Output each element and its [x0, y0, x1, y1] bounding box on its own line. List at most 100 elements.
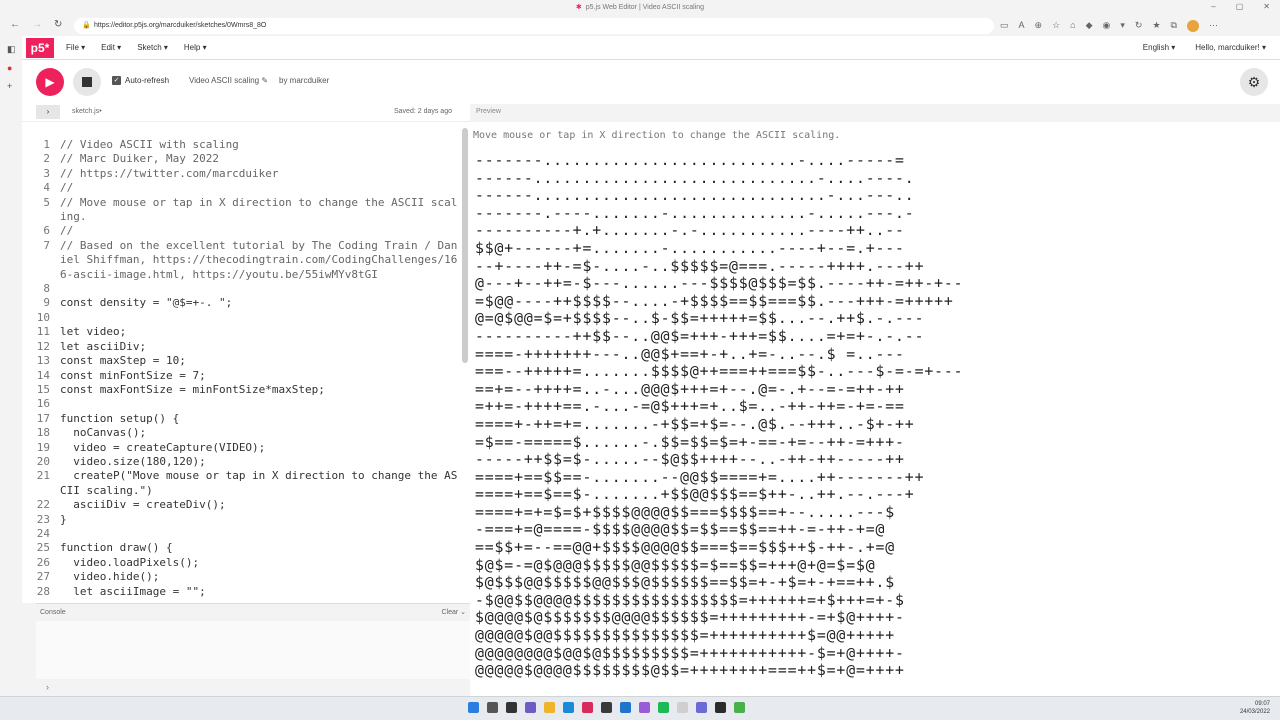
collections-icon[interactable]: ⧉: [1171, 20, 1177, 32]
line-number: 12: [36, 339, 50, 353]
line-text: }: [60, 512, 67, 526]
p5-logo[interactable]: p5*: [26, 38, 54, 58]
code-line[interactable]: 16: [22, 397, 460, 411]
menu-help[interactable]: Help ▾: [184, 43, 207, 52]
favorite-icon[interactable]: ☆: [1052, 20, 1060, 32]
code-line[interactable]: 20 video.size(180,120);: [22, 455, 460, 469]
code-line[interactable]: 18 noCanvas();: [22, 426, 460, 440]
more-icon[interactable]: ⋯: [1209, 20, 1218, 32]
code-line[interactable]: 10: [22, 311, 460, 325]
code-line[interactable]: 19 video = createCapture(VIDEO);: [22, 441, 460, 455]
line-text: function draw() {: [60, 541, 173, 555]
code-line[interactable]: 5 // Move mouse or tap in X direction to …: [22, 196, 460, 225]
zoom-icon[interactable]: ⊕: [1035, 20, 1043, 32]
console-prompt[interactable]: ›: [46, 682, 49, 692]
code-line[interactable]: 6 //: [22, 224, 460, 238]
play-button[interactable]: ▶: [36, 68, 64, 96]
obs-icon[interactable]: [734, 702, 745, 713]
auto-refresh-toggle[interactable]: ✓ Auto-refresh: [112, 76, 169, 85]
code-line[interactable]: 13 const maxStep = 10;: [22, 354, 460, 368]
reload-icon[interactable]: ↻: [54, 19, 62, 30]
menu-edit[interactable]: Edit ▾: [101, 43, 121, 52]
extension-icon[interactable]: ⌂: [1070, 20, 1075, 32]
favorites-bar-icon[interactable]: ★: [1152, 20, 1160, 32]
sidebar-toggle-button[interactable]: ›: [36, 105, 60, 119]
code-line[interactable]: 7 // Based on the excellent tutorial by T…: [22, 239, 460, 282]
code-line[interactable]: 17 function setup() {: [22, 412, 460, 426]
close-icon[interactable]: ✕: [1263, 2, 1270, 11]
spotify-icon[interactable]: [658, 702, 669, 713]
code-line[interactable]: 4 //: [22, 181, 460, 195]
code-line[interactable]: 22 asciiDiv = createDiv();: [22, 498, 460, 512]
globe-icon[interactable]: ◉: [1103, 20, 1111, 32]
code-line[interactable]: 11 let video;: [22, 325, 460, 339]
task-view-icon[interactable]: [506, 702, 517, 713]
editor-scrollbar[interactable]: [462, 128, 468, 363]
code-line[interactable]: 1 // Video ASCII with scaling: [22, 138, 460, 152]
sketch-name[interactable]: Video ASCII scaling ✎: [189, 76, 268, 85]
code-line[interactable]: 26 video.loadPixels();: [22, 556, 460, 570]
code-line[interactable]: 14 const minFontSize = 7;: [22, 369, 460, 383]
ascii-row: @=@$@@=$=+$$$$--..$-$$=+++++=$$...--.++$…: [475, 310, 925, 328]
code-line[interactable]: 24: [22, 527, 460, 541]
profile-avatar[interactable]: [1186, 20, 1199, 32]
line-text: // Based on the excellent tutorial by Th…: [60, 238, 458, 281]
notes-icon[interactable]: [677, 702, 688, 713]
maximize-icon[interactable]: ▢: [1236, 2, 1244, 11]
code-line[interactable]: 21 createP("Move mouse or tap in X direc…: [22, 469, 460, 498]
file-tab[interactable]: sketch.js•: [72, 108, 102, 115]
settings-gear-icon[interactable]: ⚙: [1240, 68, 1268, 96]
media-icon[interactable]: [715, 702, 726, 713]
taskbar-clock[interactable]: 09:07 24/03/2022: [1240, 700, 1270, 716]
code-editor[interactable]: 1 // Video ASCII with scaling 2 // Marc Dui…: [22, 122, 470, 603]
stop-button[interactable]: [73, 68, 101, 96]
code-line[interactable]: 28 let asciiImage = "";: [22, 585, 460, 599]
url-field[interactable]: 🔒 https://editor.p5js.org/marcduiker/ske…: [74, 18, 994, 34]
console-clear-button[interactable]: Clear ⌄: [441, 608, 466, 616]
user-menu[interactable]: Hello, marcduiker! ▾: [1195, 43, 1266, 52]
auto-refresh-label: Auto-refresh: [125, 76, 170, 85]
checkbox-icon[interactable]: ✓: [112, 76, 121, 85]
read-aloud-icon[interactable]: A: [1019, 20, 1025, 32]
add-icon[interactable]: +: [7, 81, 22, 91]
code-line[interactable]: 15 const maxFontSize = minFontSize*maxSte…: [22, 383, 460, 397]
back-icon[interactable]: ←: [10, 19, 20, 30]
menu-file[interactable]: File ▾: [66, 43, 85, 52]
refresh-ext-icon[interactable]: ↻: [1135, 20, 1143, 32]
code-line[interactable]: 25 function draw() {: [22, 541, 460, 555]
file-explorer-icon[interactable]: [544, 702, 555, 713]
sketch-author[interactable]: by marcduiker: [279, 76, 329, 85]
code-line[interactable]: 2 // Marc Duiker, May 2022: [22, 152, 460, 166]
pencil-icon[interactable]: ✎: [261, 76, 268, 85]
url-text: https://editor.p5js.org/marcduiker/sketc…: [94, 22, 267, 29]
forward-icon[interactable]: →: [32, 19, 42, 30]
app-icon[interactable]: [639, 702, 650, 713]
shield-icon[interactable]: ◆: [1086, 20, 1093, 32]
code-line[interactable]: 12 let asciiDiv;: [22, 340, 460, 354]
menu-sketch[interactable]: Sketch ▾: [137, 43, 168, 52]
chat-icon[interactable]: [696, 702, 707, 713]
code-line[interactable]: 8: [22, 282, 460, 296]
teams-icon[interactable]: [525, 702, 536, 713]
ascii-row: -------..........................-....--…: [475, 152, 905, 169]
code-lines[interactable]: 1 // Video ASCII with scaling 2 // Marc Dui…: [22, 138, 460, 599]
code-line[interactable]: 27 video.hide();: [22, 570, 460, 584]
p5-app-icon[interactable]: [582, 702, 593, 713]
sketch-toolbar: ▶ ✓ Auto-refresh Video ASCII scaling ✎ b…: [22, 60, 1280, 104]
start-icon[interactable]: [468, 702, 479, 713]
vscode-icon[interactable]: [620, 702, 631, 713]
tab-icon[interactable]: ◧: [7, 44, 22, 55]
dropdown-icon[interactable]: ▾: [1120, 20, 1125, 32]
language-selector[interactable]: English ▾: [1143, 43, 1176, 52]
edge-icon[interactable]: [563, 702, 574, 713]
code-line[interactable]: 3 // https://twitter.com/marcduiker: [22, 167, 460, 181]
search-icon[interactable]: [487, 702, 498, 713]
camera-icon[interactable]: ▭: [1000, 20, 1009, 32]
minimize-icon[interactable]: –: [1211, 2, 1215, 11]
record-icon[interactable]: ●: [7, 63, 22, 73]
console-output[interactable]: [36, 621, 470, 679]
terminal-icon[interactable]: [601, 702, 612, 713]
sketch-preview[interactable]: Move mouse or tap in X direction to chan…: [470, 122, 1280, 696]
code-line[interactable]: 9 const density = "@$=+-. ";: [22, 296, 460, 310]
code-line[interactable]: 23}: [22, 513, 460, 527]
